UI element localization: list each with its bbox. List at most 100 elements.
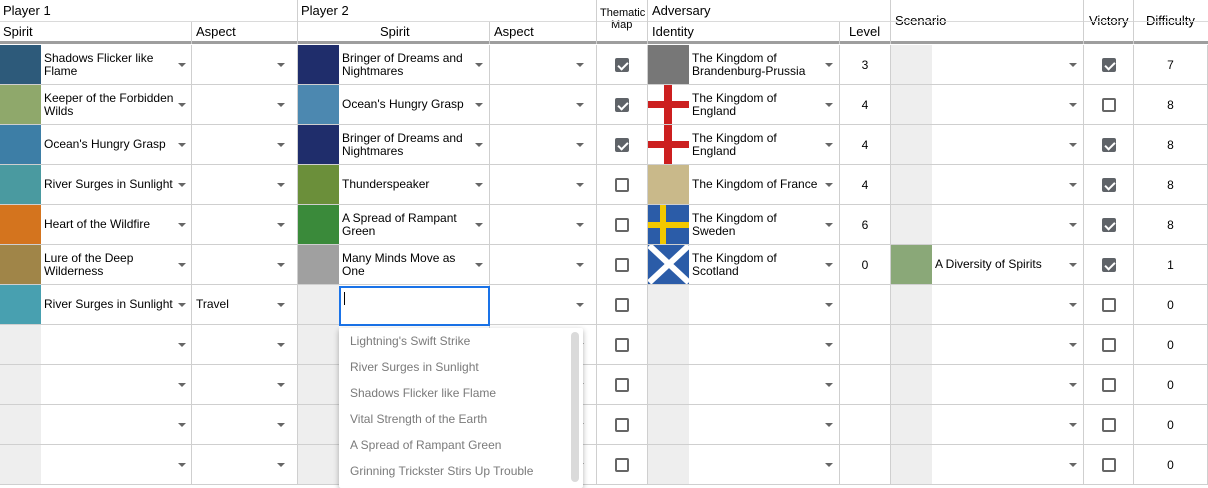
level-cell[interactable]: 6 (840, 205, 891, 245)
scenario-cell[interactable] (891, 165, 1084, 205)
chevron-down-icon[interactable] (277, 103, 285, 107)
dropdown-option[interactable]: Grinning Trickster Stirs Up Trouble (350, 464, 533, 478)
victory-checkbox[interactable] (1102, 58, 1116, 72)
chevron-down-icon[interactable] (277, 263, 285, 267)
thematic-map-cell[interactable] (597, 85, 648, 125)
chevron-down-icon[interactable] (576, 303, 584, 307)
level-cell[interactable] (840, 405, 891, 445)
victory-cell[interactable] (1084, 445, 1134, 485)
chevron-down-icon[interactable] (825, 183, 833, 187)
chevron-down-icon[interactable] (1069, 263, 1077, 267)
chevron-down-icon[interactable] (475, 223, 483, 227)
p1-aspect-cell[interactable] (192, 85, 298, 125)
scenario-cell[interactable] (891, 405, 1084, 445)
scenario-cell[interactable] (891, 125, 1084, 165)
level-cell[interactable]: 4 (840, 85, 891, 125)
thematic-map-cell[interactable] (597, 45, 648, 85)
p2-spirit-cell[interactable]: Ocean's Hungry Grasp (298, 85, 490, 125)
victory-cell[interactable] (1084, 405, 1134, 445)
chevron-down-icon[interactable] (178, 343, 186, 347)
victory-checkbox[interactable] (1102, 258, 1116, 272)
chevron-down-icon[interactable] (277, 343, 285, 347)
spirit-dropdown-menu[interactable]: Lightning's Swift Strike River Surges in… (339, 328, 583, 488)
victory-checkbox[interactable] (1102, 138, 1116, 152)
p1-spirit-cell[interactable]: Ocean's Hungry Grasp (0, 125, 192, 165)
p2-aspect-cell[interactable] (490, 85, 597, 125)
chevron-down-icon[interactable] (178, 263, 186, 267)
victory-cell[interactable] (1084, 85, 1134, 125)
p1-aspect-cell[interactable] (192, 125, 298, 165)
scenario-cell[interactable] (891, 325, 1084, 365)
chevron-down-icon[interactable] (576, 143, 584, 147)
dropdown-option[interactable]: Vital Strength of the Earth (350, 412, 487, 426)
chevron-down-icon[interactable] (475, 63, 483, 67)
chevron-down-icon[interactable] (277, 463, 285, 467)
chevron-down-icon[interactable] (277, 383, 285, 387)
thematic-map-checkbox[interactable] (615, 338, 629, 352)
chevron-down-icon[interactable] (825, 343, 833, 347)
level-cell[interactable]: 0 (840, 245, 891, 285)
chevron-down-icon[interactable] (475, 183, 483, 187)
scenario-cell[interactable] (891, 45, 1084, 85)
chevron-down-icon[interactable] (576, 183, 584, 187)
victory-cell[interactable] (1084, 245, 1134, 285)
dropdown-scrollbar[interactable] (571, 332, 579, 482)
adversary-identity-cell[interactable]: The Kingdom of Brandenburg-Prussia (648, 45, 840, 85)
victory-cell[interactable] (1084, 125, 1134, 165)
thematic-map-checkbox[interactable] (615, 218, 629, 232)
chevron-down-icon[interactable] (1069, 383, 1077, 387)
chevron-down-icon[interactable] (277, 223, 285, 227)
thematic-map-cell[interactable] (597, 125, 648, 165)
p1-aspect-cell[interactable] (192, 405, 298, 445)
p1-spirit-cell[interactable] (0, 365, 192, 405)
p1-aspect-cell[interactable] (192, 165, 298, 205)
p1-aspect-cell[interactable] (192, 325, 298, 365)
adversary-identity-cell[interactable] (648, 285, 840, 325)
chevron-down-icon[interactable] (1069, 103, 1077, 107)
chevron-down-icon[interactable] (825, 103, 833, 107)
p2-spirit-cell[interactable]: Thunderspeaker (298, 165, 490, 205)
p2-aspect-cell[interactable] (490, 45, 597, 85)
thematic-map-checkbox[interactable] (615, 138, 629, 152)
level-cell[interactable] (840, 365, 891, 405)
chevron-down-icon[interactable] (178, 63, 186, 67)
chevron-down-icon[interactable] (277, 143, 285, 147)
p2-spirit-cell[interactable]: Bringer of Dreams and Nightmares (298, 45, 490, 85)
p1-aspect-cell[interactable] (192, 205, 298, 245)
chevron-down-icon[interactable] (277, 63, 285, 67)
victory-cell[interactable] (1084, 325, 1134, 365)
chevron-down-icon[interactable] (1069, 303, 1077, 307)
chevron-down-icon[interactable] (825, 303, 833, 307)
thematic-map-checkbox[interactable] (615, 298, 629, 312)
adversary-identity-cell[interactable]: The Kingdom of England (648, 125, 840, 165)
level-cell[interactable]: 3 (840, 45, 891, 85)
thematic-map-cell[interactable] (597, 405, 648, 445)
chevron-down-icon[interactable] (475, 263, 483, 267)
dropdown-option[interactable]: Lightning's Swift Strike (350, 334, 470, 348)
chevron-down-icon[interactable] (1069, 463, 1077, 467)
thematic-map-cell[interactable] (597, 165, 648, 205)
p2-spirit-cell[interactable]: A Spread of Rampant Green (298, 205, 490, 245)
chevron-down-icon[interactable] (475, 143, 483, 147)
p1-aspect-cell[interactable] (192, 245, 298, 285)
adversary-identity-cell[interactable] (648, 325, 840, 365)
adversary-identity-cell[interactable] (648, 445, 840, 485)
thematic-map-checkbox[interactable] (615, 98, 629, 112)
chevron-down-icon[interactable] (178, 383, 186, 387)
p1-spirit-cell[interactable] (0, 405, 192, 445)
victory-cell[interactable] (1084, 165, 1134, 205)
chevron-down-icon[interactable] (178, 183, 186, 187)
adversary-identity-cell[interactable] (648, 365, 840, 405)
chevron-down-icon[interactable] (178, 223, 186, 227)
chevron-down-icon[interactable] (178, 423, 186, 427)
dropdown-option[interactable]: Shadows Flicker like Flame (350, 386, 496, 400)
chevron-down-icon[interactable] (825, 223, 833, 227)
scenario-cell[interactable] (891, 285, 1084, 325)
chevron-down-icon[interactable] (1069, 223, 1077, 227)
scenario-cell[interactable] (891, 365, 1084, 405)
victory-checkbox[interactable] (1102, 298, 1116, 312)
level-cell[interactable] (840, 445, 891, 485)
chevron-down-icon[interactable] (825, 423, 833, 427)
p1-spirit-cell[interactable]: River Surges in Sunlight (0, 285, 192, 325)
victory-checkbox[interactable] (1102, 458, 1116, 472)
